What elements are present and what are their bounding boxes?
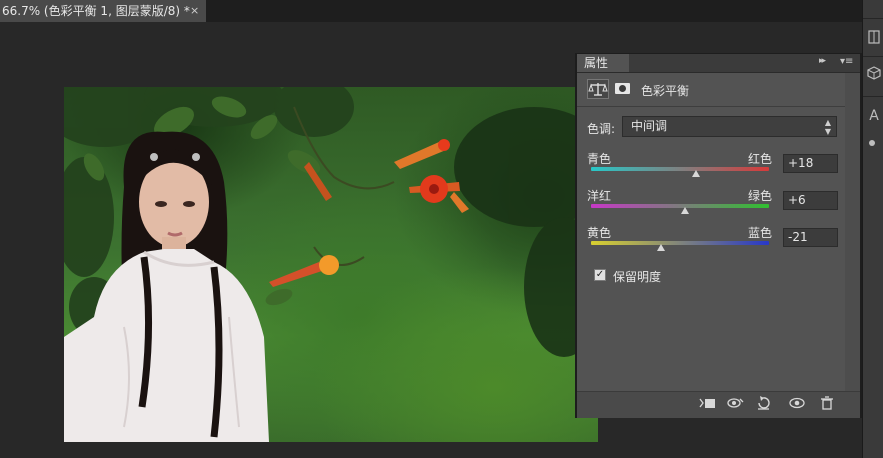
layer-mask-icon[interactable] bbox=[613, 79, 633, 99]
properties-panel: 属性 ▸▸ ▾≡ 色彩平衡 色调: 中间调 ▲ ▼ 青色 红色 +18 洋红 绿色… bbox=[577, 54, 860, 418]
tone-select-value: 中间调 bbox=[631, 119, 668, 133]
slider-thumb[interactable] bbox=[692, 170, 701, 177]
document-image[interactable] bbox=[64, 87, 598, 442]
slider-left-label: 黄色 bbox=[587, 226, 612, 240]
document-tab[interactable]: 66.7% (色彩平衡 1, 图层蒙版/8) * × bbox=[0, 0, 206, 22]
slider-track[interactable] bbox=[591, 204, 769, 208]
tone-select[interactable]: 中间调 ▲ ▼ bbox=[622, 116, 837, 137]
dock-divider bbox=[863, 56, 883, 57]
adjustment-title: 色彩平衡 bbox=[641, 84, 690, 98]
tone-label: 色调: bbox=[587, 122, 616, 136]
cyan-red-slider[interactable]: 青色 红色 +18 bbox=[577, 150, 860, 190]
document-tab-title: 66.7% (色彩平衡 1, 图层蒙版/8) * bbox=[2, 4, 190, 18]
tab-properties[interactable]: 属性 bbox=[577, 54, 629, 72]
panel-footer bbox=[577, 391, 860, 418]
slider-thumb[interactable] bbox=[657, 244, 666, 251]
slider-value-input[interactable]: +6 bbox=[783, 191, 838, 210]
delete-icon[interactable] bbox=[817, 396, 837, 412]
preserve-luminosity-checkbox[interactable]: ✓ bbox=[594, 269, 606, 281]
dock-divider bbox=[863, 96, 883, 97]
panel-menu-icon[interactable]: ▾≡ bbox=[840, 55, 858, 69]
panel-header: 属性 ▸▸ ▾≡ bbox=[577, 54, 860, 73]
select-arrows-icon: ▲ ▼ bbox=[824, 118, 831, 136]
collapse-panel-icon[interactable]: ▸▸ bbox=[819, 56, 826, 66]
preserve-luminosity-label: 保留明度 bbox=[613, 270, 662, 284]
yellow-blue-slider[interactable]: 黄色 蓝色 -21 bbox=[577, 224, 860, 264]
slider-right-label: 绿色 bbox=[748, 189, 773, 203]
slider-track[interactable] bbox=[591, 167, 769, 171]
slider-thumb[interactable] bbox=[681, 207, 690, 214]
magenta-green-slider[interactable]: 洋红 绿色 +6 bbox=[577, 187, 860, 227]
dock-divider bbox=[863, 18, 883, 19]
slider-value-input[interactable]: -21 bbox=[783, 228, 838, 247]
slider-right-label: 红色 bbox=[748, 152, 773, 166]
paragraph-panel-icon[interactable] bbox=[866, 136, 882, 152]
close-icon[interactable]: × bbox=[190, 0, 199, 22]
slider-value-input[interactable]: +18 bbox=[783, 154, 838, 173]
document-tab-bar: 66.7% (色彩平衡 1, 图层蒙版/8) * × bbox=[0, 0, 883, 22]
slider-right-label: 蓝色 bbox=[748, 226, 773, 240]
visibility-icon[interactable] bbox=[787, 396, 807, 412]
slider-left-label: 洋红 bbox=[587, 189, 612, 203]
divider bbox=[577, 106, 860, 107]
slider-track[interactable] bbox=[591, 241, 769, 245]
clip-to-layer-icon[interactable] bbox=[697, 396, 717, 412]
character-panel-icon[interactable]: A bbox=[866, 108, 882, 124]
view-previous-state-icon[interactable] bbox=[725, 396, 745, 412]
slider-left-label: 青色 bbox=[587, 152, 612, 166]
3d-cube-icon[interactable] bbox=[866, 66, 882, 82]
right-dock: A bbox=[862, 0, 883, 458]
balance-scale-icon[interactable] bbox=[587, 79, 609, 99]
layers-panel-icon[interactable] bbox=[866, 30, 882, 46]
panel-scrollbar[interactable] bbox=[845, 73, 860, 391]
photo-illustration bbox=[64, 87, 598, 442]
reset-icon[interactable] bbox=[754, 396, 774, 412]
